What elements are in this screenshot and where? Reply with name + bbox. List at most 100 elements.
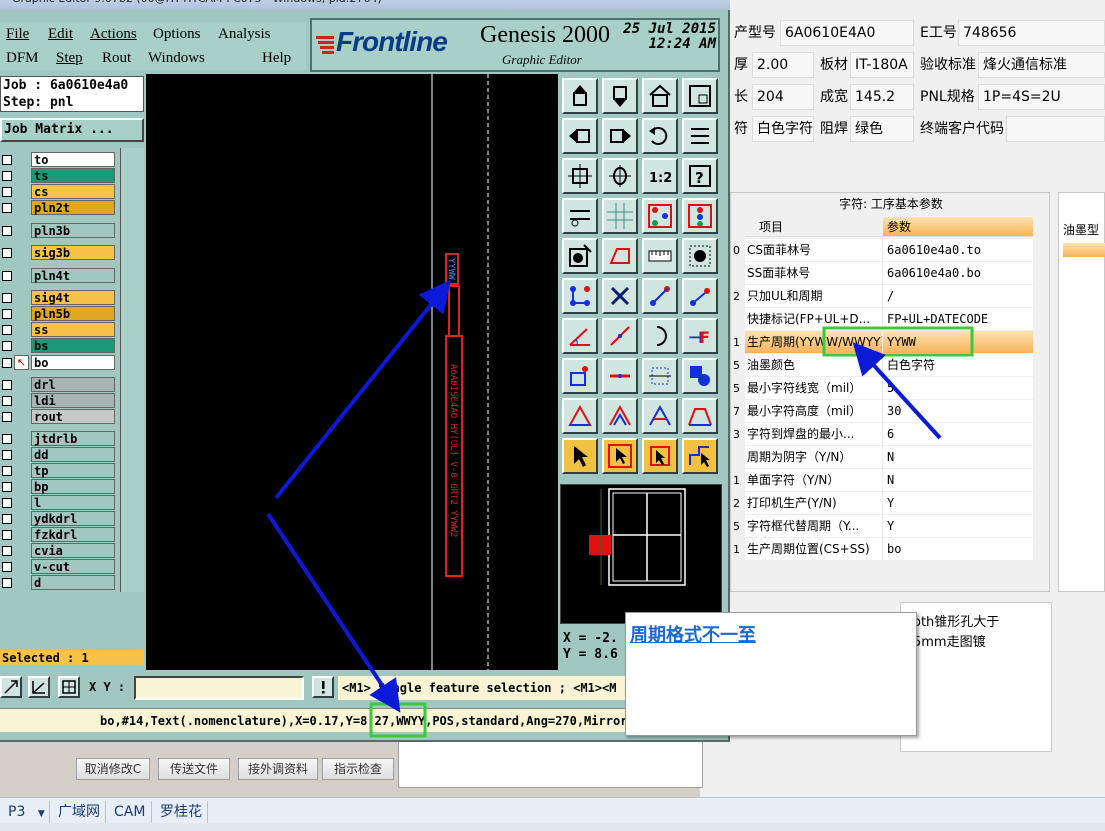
zoom-in-tool-button[interactable] — [602, 158, 638, 194]
left-arrow-tool-button[interactable] — [562, 118, 598, 154]
layer-name[interactable]: drl — [31, 377, 115, 392]
layer-name[interactable]: cs — [31, 184, 115, 199]
layer-row[interactable]: bs — [0, 338, 118, 353]
layer-name[interactable]: l — [31, 495, 115, 510]
mirror-tool-button[interactable]: ⊣ F — [682, 318, 718, 354]
triangle-b-tool-button[interactable] — [642, 398, 678, 434]
grid-button[interactable] — [58, 676, 80, 698]
layer-row[interactable]: fzkdrl — [0, 527, 118, 542]
layer-row[interactable]: d — [0, 575, 118, 590]
taskbar-item-p3[interactable]: P3 ▼ — [4, 801, 50, 823]
layer-checkbox[interactable] — [2, 248, 12, 258]
table-row[interactable]: 快捷标记(FP+UL+D... FP+UL+DATECODE — [731, 308, 1051, 331]
add-line-tool-button[interactable] — [642, 278, 678, 314]
ink-type-header[interactable]: 油墨型 — [1063, 221, 1099, 238]
home-tool-button[interactable] — [642, 78, 678, 114]
layer-checkbox[interactable] — [2, 514, 12, 524]
menu-step[interactable]: Step — [56, 50, 83, 67]
layer-checkbox[interactable] — [2, 271, 12, 281]
layer-row[interactable]: v-cut — [0, 559, 118, 574]
table-row[interactable]: 周期为阴字（Y/N） N — [731, 446, 1051, 469]
layer-row[interactable]: pln3b — [0, 223, 118, 238]
field-model[interactable]: 6A0610E4A0 — [780, 20, 914, 46]
triangle-tool-button[interactable] — [562, 398, 598, 434]
layer-row[interactable]: rout — [0, 409, 118, 424]
menu-help[interactable]: Help — [262, 50, 291, 67]
layer-row[interactable]: to — [0, 152, 118, 167]
table-row[interactable]: 2 只加UL和周期 / — [731, 285, 1051, 308]
menu-actions[interactable]: Actions — [90, 26, 137, 43]
layer-name[interactable]: ts — [31, 168, 115, 183]
layer-checkbox[interactable] — [2, 530, 12, 540]
layer-checkbox[interactable] — [2, 226, 12, 236]
menu-analysis[interactable]: Analysis — [218, 26, 271, 43]
layer-name[interactable]: sig4t — [31, 290, 115, 305]
ruler-tool-button[interactable] — [642, 238, 678, 274]
add-pad-tool-button[interactable] — [562, 238, 598, 274]
layer-checkbox[interactable] — [2, 466, 12, 476]
layer-row[interactable]: pln5b — [0, 306, 118, 321]
layer-checkbox[interactable] — [2, 434, 12, 444]
move-node-tool-button[interactable] — [682, 278, 718, 314]
layer-checkbox[interactable] — [2, 380, 12, 390]
layer-row[interactable]: cs — [0, 184, 118, 199]
layer-name[interactable]: bo — [31, 355, 115, 370]
layer-row[interactable]: ts — [0, 168, 118, 183]
table-row[interactable]: 1 单面字符（Y/N） N — [731, 469, 1051, 492]
select-path-tool-button[interactable] — [682, 438, 718, 474]
layer-name[interactable]: bs — [31, 338, 115, 353]
layer-name[interactable]: ydkdrl — [31, 511, 115, 526]
field-thickness[interactable]: 2.00 — [752, 52, 814, 78]
row-param[interactable]: FP+UL+DATECODE — [883, 308, 1033, 331]
route-nodes-tool-button[interactable] — [562, 278, 598, 314]
layer-name[interactable]: to — [31, 152, 115, 167]
layer-row[interactable]: pln2t — [0, 200, 118, 215]
layer-row[interactable]: ss — [0, 322, 118, 337]
undo-tool-button[interactable] — [642, 118, 678, 154]
layer-row[interactable]: jtdrlb — [0, 431, 118, 446]
row-param[interactable]: 6 — [883, 423, 1033, 446]
table-row[interactable]: 1 生产周期(YYWW/WWYY) YYWW — [731, 331, 1051, 354]
menu-dfm[interactable]: DFM — [6, 50, 39, 67]
layer-name[interactable]: fzkdrl — [31, 527, 115, 542]
layer-row[interactable]: ydkdrl — [0, 511, 118, 526]
field-width[interactable]: 145.2 — [850, 84, 914, 110]
down-arrow-tool-button[interactable] — [602, 78, 638, 114]
field-acceptance[interactable]: 烽火通信标准 — [978, 52, 1105, 78]
layer-row[interactable]: sig4t — [0, 290, 118, 305]
trapezoid-tool-button[interactable] — [682, 398, 718, 434]
layer-checkbox[interactable] — [2, 482, 12, 492]
table-row[interactable]: 7 最小字符高度（mil） 30 — [731, 400, 1051, 423]
menu-rout[interactable]: Rout — [102, 50, 131, 67]
layer-row[interactable]: drl — [0, 377, 118, 392]
taskbar-item-cam[interactable]: CAM — [110, 801, 152, 823]
angle-line-tool-button[interactable] — [562, 318, 598, 354]
field-material[interactable]: IT-180A — [850, 52, 914, 78]
layer-row[interactable]: bp — [0, 479, 118, 494]
right-arrow-tool-button[interactable] — [602, 118, 638, 154]
field-pnl-spec[interactable]: 1P=4S=2U — [978, 84, 1105, 110]
layer-name[interactable]: d — [31, 575, 115, 590]
layer-row[interactable]: cvia — [0, 543, 118, 558]
layer-order-tool-button[interactable] — [682, 198, 718, 234]
layer-checkbox[interactable] — [2, 309, 12, 319]
popup-note-link[interactable]: 周期格式不一至 — [630, 621, 756, 647]
layer-name[interactable]: rout — [31, 409, 115, 424]
table-row[interactable]: 3 字符到焊盘的最小... 6 — [731, 423, 1051, 446]
layer-name[interactable]: tp — [31, 463, 115, 478]
select-cursor-tool-button[interactable] — [562, 438, 598, 474]
corner-select-tool-button[interactable] — [562, 358, 598, 394]
menu-file[interactable]: File — [6, 26, 29, 43]
layer-row[interactable]: sig3b — [0, 245, 118, 260]
layer-row[interactable]: dd — [0, 447, 118, 462]
layer-checkbox[interactable] — [2, 203, 12, 213]
delete-tool-button[interactable] — [602, 278, 638, 314]
zoom-window-tool-button[interactable] — [682, 78, 718, 114]
external-data-button[interactable]: 接外调资料 — [238, 758, 318, 780]
select-area-tool-button[interactable] — [602, 438, 638, 474]
taskbar-item-wan[interactable]: 广域网 — [54, 801, 106, 823]
layer-checkbox[interactable] — [2, 498, 12, 508]
select-polygon-tool-button[interactable] — [642, 438, 678, 474]
layer-name[interactable]: jtdrlb — [31, 431, 115, 446]
layer-name[interactable]: sig3b — [31, 245, 115, 260]
